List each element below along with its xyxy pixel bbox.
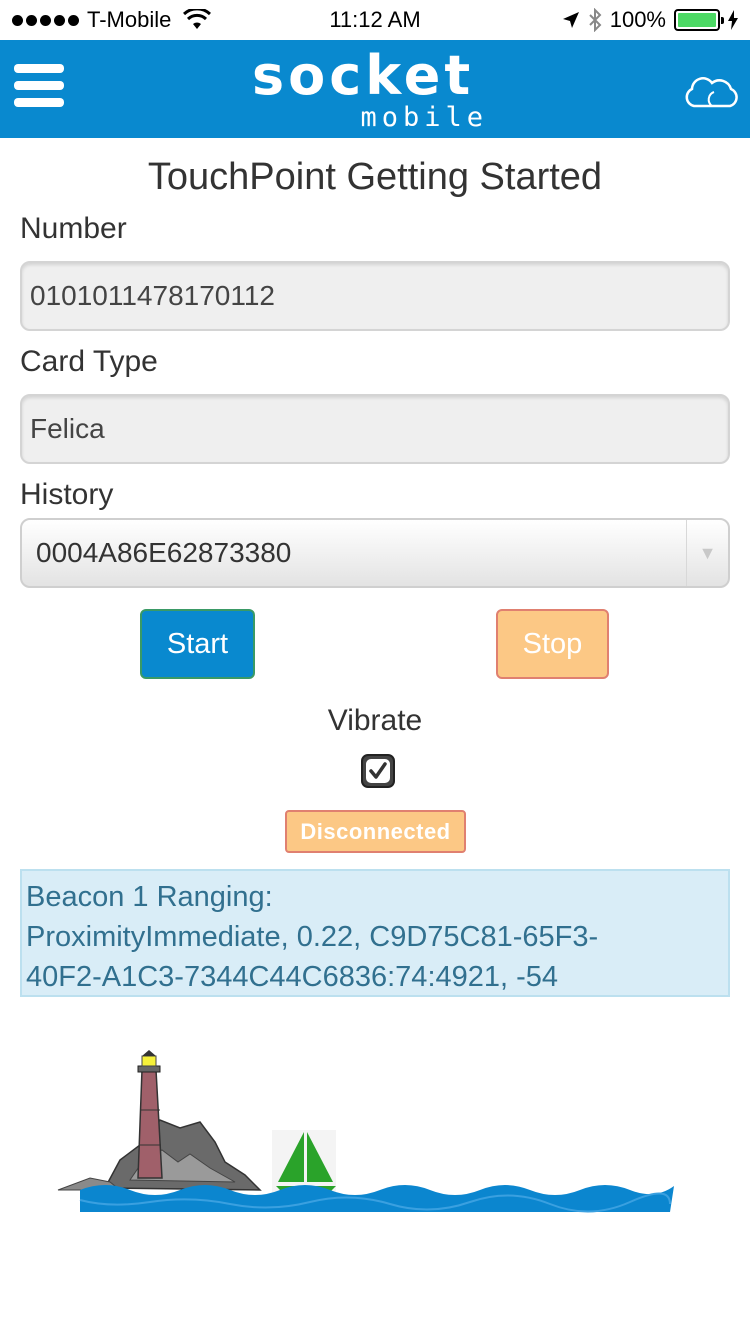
- number-label: Number: [20, 212, 127, 245]
- chevron-down-icon[interactable]: ▼: [686, 520, 728, 586]
- connection-status-badge: Disconnected: [285, 810, 466, 853]
- app-header: socket mobile: [0, 40, 750, 138]
- cloud-icon[interactable]: [682, 76, 740, 108]
- vibrate-label: Vibrate: [327, 704, 423, 737]
- status-right: 100%: [562, 7, 738, 33]
- lighthouse-illustration: [57, 1050, 674, 1213]
- vibrate-checkbox[interactable]: [361, 754, 395, 788]
- number-field[interactable]: 0101011478170112: [20, 261, 730, 331]
- beacon-line-3: 40F2-A1C3-7344C44C6836:74:4921, -54: [26, 961, 559, 993]
- history-select[interactable]: 0004A86E62873380 ▼: [20, 518, 730, 588]
- beacon-line-1: Beacon 1 Ranging:: [26, 881, 273, 913]
- logo-sub-text: mobile: [360, 102, 488, 133]
- history-selected-value: 0004A86E62873380: [36, 537, 292, 568]
- page-title: TouchPoint Getting Started: [147, 156, 603, 198]
- beacon-info-box: Beacon 1 Ranging: ProximityImmediate, 0.…: [20, 869, 730, 997]
- stop-button[interactable]: Stop: [496, 609, 609, 679]
- battery-icon: [674, 9, 724, 31]
- checkmark-icon: [366, 759, 390, 783]
- socket-mobile-logo: socket mobile: [250, 44, 500, 134]
- history-label: History: [20, 478, 114, 511]
- card-type-field[interactable]: Felica: [20, 394, 730, 464]
- logo-main-text: socket: [252, 44, 475, 107]
- bluetooth-icon: [589, 8, 602, 32]
- status-bar: T-Mobile 11:12 AM 100%: [0, 0, 750, 40]
- start-button[interactable]: Start: [140, 609, 255, 679]
- hamburger-icon[interactable]: [14, 64, 64, 114]
- card-type-label: Card Type: [20, 345, 158, 378]
- battery-percent: 100%: [609, 7, 666, 32]
- beacon-line-2: ProximityImmediate, 0.22, C9D75C81-65F3-: [26, 921, 599, 953]
- charging-bolt-icon: [728, 10, 738, 30]
- location-arrow-icon: [562, 12, 579, 28]
